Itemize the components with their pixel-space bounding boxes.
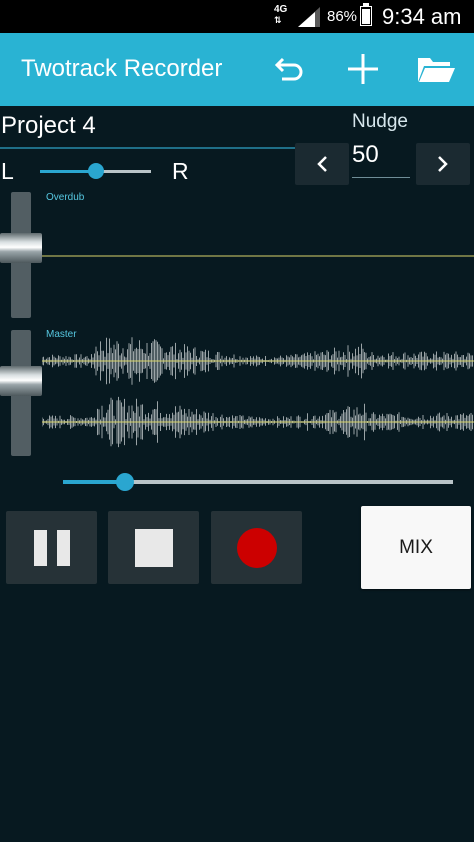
- overdub-track-lane[interactable]: [42, 200, 474, 312]
- nudge-decrease-button[interactable]: [295, 143, 349, 185]
- pan-slider[interactable]: [40, 163, 151, 179]
- pan-left-label: L: [1, 158, 14, 184]
- signal-strength-icon: [298, 7, 320, 27]
- open-folder-button[interactable]: [416, 51, 456, 87]
- master-fader-handle[interactable]: [0, 365, 42, 396]
- pause-button[interactable]: [6, 511, 97, 584]
- playback-position-thumb[interactable]: [116, 473, 135, 491]
- nudge-increase-button[interactable]: [416, 143, 470, 185]
- master-volume-fader[interactable]: [0, 330, 42, 456]
- network-type: 4G: [274, 4, 288, 15]
- clock: 9:34 am: [382, 4, 462, 29]
- pan-slider-thumb[interactable]: [87, 163, 104, 179]
- record-icon: [236, 527, 277, 568]
- overdub-fader-handle[interactable]: [0, 233, 42, 264]
- stop-icon: [134, 528, 173, 567]
- pan-right-label: R: [172, 158, 189, 184]
- chevron-right-icon: [438, 156, 448, 172]
- project-name[interactable]: Project 4: [1, 112, 96, 140]
- status-bar: 4G ⇅ 86% 9:34 am: [0, 0, 474, 33]
- open-folder-icon: [418, 58, 455, 82]
- nudge-value-field[interactable]: 50: [352, 141, 410, 169]
- action-bar: Twotrack Recorder: [0, 33, 474, 106]
- data-activity-icon: ⇅: [274, 15, 282, 25]
- master-waveform: [41, 337, 474, 448]
- overdub-volume-fader[interactable]: [0, 192, 42, 318]
- battery-icon: [360, 3, 372, 26]
- master-track-lane[interactable]: [41, 330, 474, 456]
- add-button[interactable]: [343, 51, 383, 87]
- nudge-label: Nudge: [352, 111, 408, 132]
- mix-button[interactable]: MIX: [361, 506, 471, 589]
- overdub-waveform: [42, 255, 474, 257]
- pause-icon: [33, 529, 70, 566]
- nudge-value-underline: [352, 177, 410, 178]
- undo-button[interactable]: [270, 51, 310, 87]
- stop-button[interactable]: [108, 511, 199, 584]
- playback-position-slider[interactable]: [63, 473, 453, 491]
- network-indicator: 4G ⇅: [274, 4, 288, 26]
- record-button[interactable]: [211, 511, 302, 584]
- app-title: Twotrack Recorder: [21, 55, 223, 82]
- chevron-left-icon: [317, 156, 327, 172]
- undo-icon: [274, 57, 303, 81]
- battery-percent: 86%: [327, 8, 358, 25]
- project-name-underline: [0, 147, 300, 149]
- add-icon: [348, 54, 378, 84]
